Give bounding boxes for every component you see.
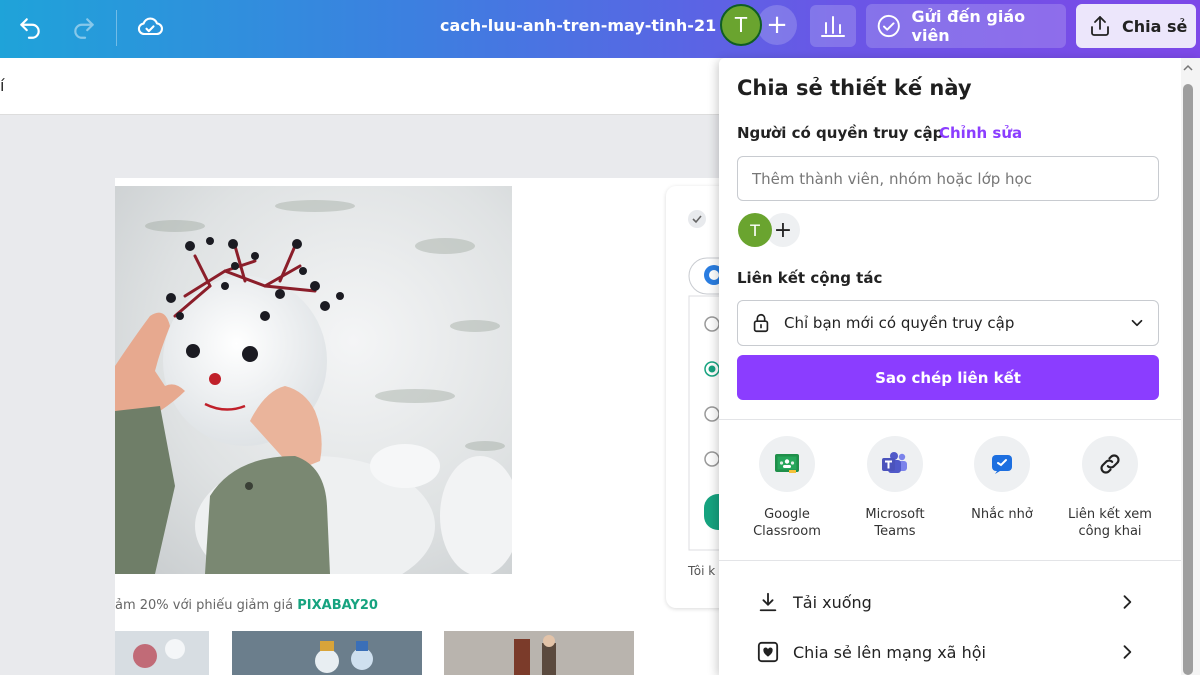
send-to-teacher-label: Gửi đến giáo viên xyxy=(911,7,1026,45)
cloud-check-icon xyxy=(137,17,163,36)
send-to-teacher-button[interactable]: Gửi đến giáo viên xyxy=(866,4,1066,48)
snowman-image xyxy=(115,186,512,574)
promo-text: ảm 20% với phiếu giảm giá PIXABAY20 xyxy=(115,598,378,613)
thumbnail-snowmen-image xyxy=(232,631,422,675)
snowman-photo[interactable] xyxy=(115,186,512,574)
lock-icon xyxy=(753,313,769,333)
chevron-down-icon xyxy=(1131,319,1143,327)
edit-access-link[interactable]: Chỉnh sửa xyxy=(939,124,1022,142)
share-option-label: Liên kết xem xyxy=(1068,507,1152,522)
share-option-label: Microsoft xyxy=(865,507,925,522)
share-option-label: công khai xyxy=(1078,524,1142,539)
save-status-button[interactable] xyxy=(134,11,166,43)
share-option-label: Google xyxy=(764,507,810,522)
chevron-right-icon xyxy=(1123,645,1132,659)
chevron-right-icon xyxy=(1123,595,1132,609)
undo-icon xyxy=(20,18,40,39)
share-button-label: Chia sẻ xyxy=(1122,16,1188,36)
scroll-up-arrow-icon[interactable] xyxy=(1183,62,1193,74)
link-access-select[interactable]: Chỉ bạn mới có quyền truy cập xyxy=(737,300,1159,346)
share-social-row[interactable]: Chia sẻ lên mạng xã hội xyxy=(757,637,1137,667)
share-social-label: Chia sẻ lên mạng xã hội xyxy=(793,642,986,662)
share-panel: Chia sẻ thiết kế này Người có quyền truy… xyxy=(719,58,1200,675)
thumbnail-snow-image xyxy=(115,631,209,675)
redo-button[interactable] xyxy=(68,12,100,44)
upload-share-icon xyxy=(1091,16,1109,36)
collab-link-label: Liên kết cộng tác xyxy=(737,269,883,287)
link-icon xyxy=(1100,454,1120,474)
thumbnail-people-snow-image xyxy=(444,631,634,675)
share-option-label: Classroom xyxy=(753,524,821,539)
side-partial-text: Tôi k xyxy=(688,564,716,578)
link-access-value: Chỉ bạn mới có quyền truy cập xyxy=(784,314,1015,332)
promo-code[interactable]: PIXABAY20 xyxy=(297,598,378,613)
thumbnail-image[interactable] xyxy=(232,631,422,675)
download-label: Tải xuống xyxy=(793,592,872,612)
bar-chart-icon xyxy=(821,16,845,37)
promo-prefix: ảm 20% với phiếu giảm giá xyxy=(115,598,298,613)
thumbnail-image[interactable] xyxy=(115,631,209,675)
document-title[interactable]: cach-luu-anh-tren-may-tinh-21 xyxy=(440,16,716,35)
share-option-label: Teams xyxy=(874,524,916,539)
panel-divider xyxy=(719,560,1182,561)
microsoft-teams-icon xyxy=(882,452,907,473)
scrollbar-thumb[interactable] xyxy=(1183,84,1193,675)
user-avatar[interactable]: T xyxy=(720,4,762,46)
reminder-icon xyxy=(992,455,1012,474)
download-icon xyxy=(759,592,777,612)
toolbar-divider xyxy=(116,10,117,46)
check-circle-icon xyxy=(877,14,900,38)
access-label: Người có quyền truy cập xyxy=(737,124,944,142)
thumbnail-image[interactable] xyxy=(444,631,634,675)
download-row[interactable]: Tải xuống xyxy=(757,587,1137,617)
member-avatar[interactable]: T xyxy=(738,213,772,247)
panel-title: Chia sẻ thiết kế này xyxy=(737,76,972,100)
redo-icon xyxy=(74,18,94,39)
share-option-microsoft-teams[interactable]: Microsoft Teams xyxy=(840,436,950,540)
add-member-input[interactable] xyxy=(737,156,1159,201)
insights-button[interactable] xyxy=(810,5,856,47)
share-button[interactable]: Chia sẻ xyxy=(1076,4,1196,48)
undo-button[interactable] xyxy=(14,12,46,44)
subbar-text: í xyxy=(0,76,5,95)
share-option-reminder[interactable]: Nhắc nhở xyxy=(947,436,1057,523)
google-classroom-icon xyxy=(775,454,799,473)
share-option-label: Nhắc nhở xyxy=(971,507,1033,522)
top-toolbar: cach-luu-anh-tren-may-tinh-21 + T Gửi đế… xyxy=(0,0,1200,58)
plus-icon: + xyxy=(766,10,788,40)
share-option-google-classroom[interactable]: Google Classroom xyxy=(732,436,842,540)
share-option-public-link[interactable]: Liên kết xem công khai xyxy=(1055,436,1165,540)
copy-link-button[interactable]: Sao chép liên kết xyxy=(737,355,1159,400)
heart-icon xyxy=(757,641,779,663)
add-collaborator-button[interactable]: + xyxy=(757,5,797,45)
panel-divider xyxy=(719,419,1182,420)
plus-icon: + xyxy=(773,217,793,243)
